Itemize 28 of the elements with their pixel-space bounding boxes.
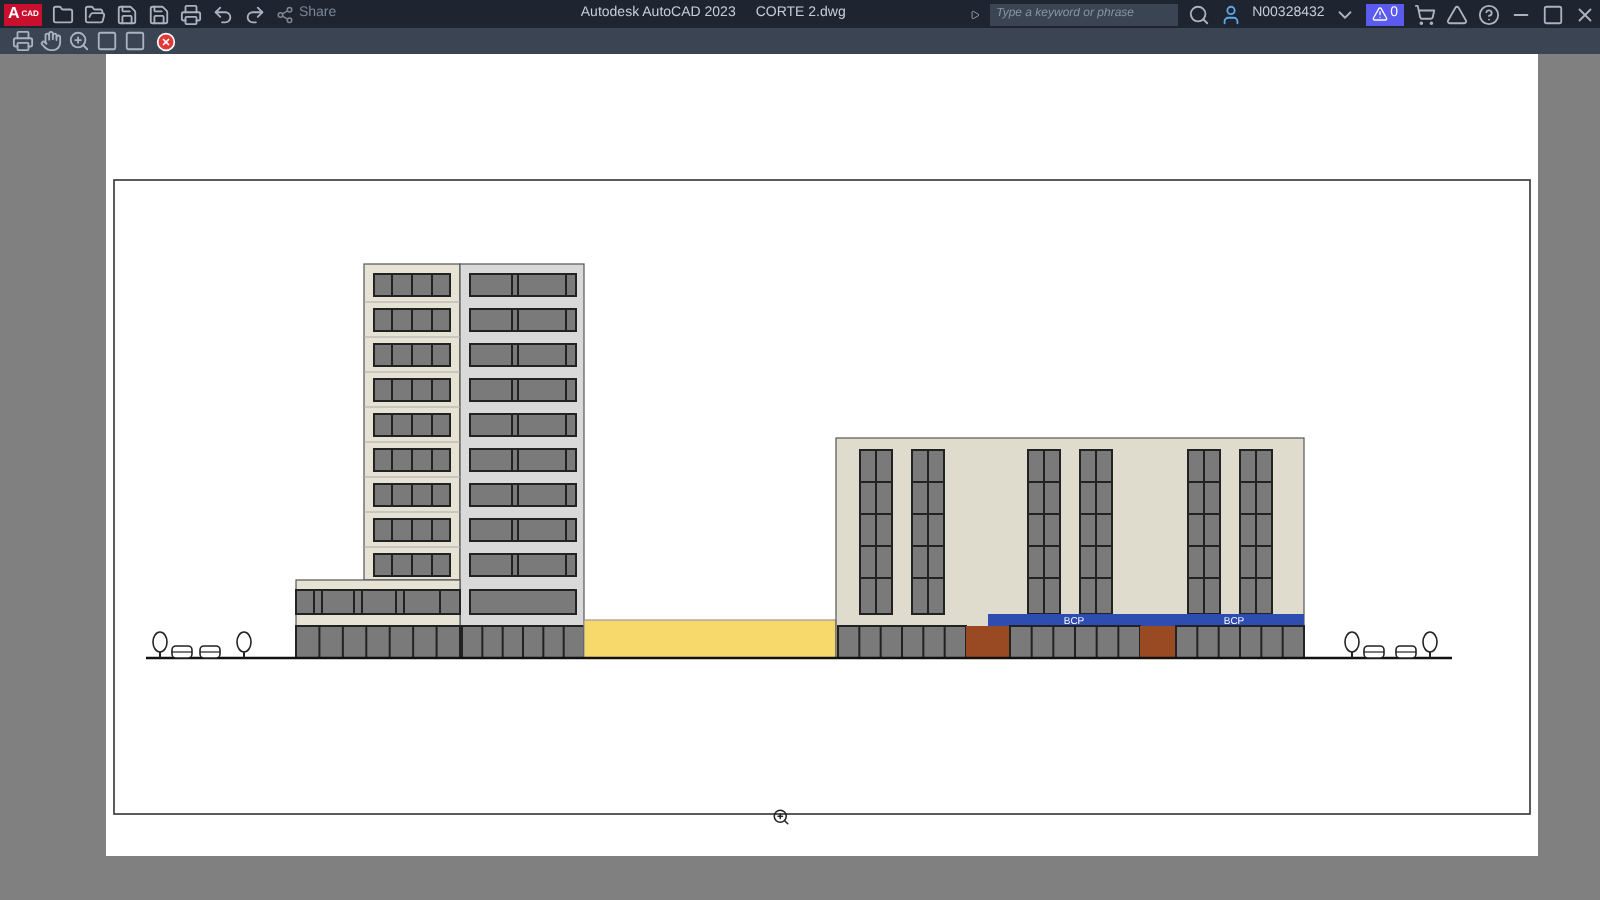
zoom-icon[interactable] — [68, 30, 90, 52]
user-icon[interactable] — [1220, 3, 1243, 25]
print-icon[interactable] — [180, 3, 203, 25]
tree-icon — [152, 631, 168, 659]
tree-icon — [1422, 631, 1438, 659]
maximize-icon[interactable] — [1542, 3, 1564, 25]
search-icon[interactable] — [1188, 3, 1211, 25]
help-icon[interactable] — [1478, 3, 1500, 25]
car-icon — [199, 645, 221, 659]
save-icon[interactable] — [116, 3, 139, 25]
undo-icon[interactable] — [212, 3, 235, 25]
close-preview-icon[interactable] — [156, 31, 176, 51]
cart-icon[interactable] — [1414, 3, 1436, 25]
pan-icon[interactable] — [40, 30, 62, 52]
close-icon[interactable] — [1574, 3, 1596, 25]
logo-letter: A — [8, 2, 20, 26]
car-icon — [1363, 645, 1385, 659]
car-icon — [1395, 645, 1417, 659]
car-icon — [171, 645, 193, 659]
share-icon — [276, 5, 295, 23]
tree-icon — [1344, 631, 1360, 659]
save-as-icon[interactable] — [148, 3, 171, 25]
zoom-cursor-icon — [772, 808, 790, 826]
print-icon[interactable] — [12, 30, 34, 52]
triangle-icon[interactable] — [1446, 3, 1468, 25]
redo-icon[interactable] — [244, 3, 267, 25]
tree-icon — [236, 631, 252, 659]
open-folder-icon[interactable] — [84, 3, 107, 25]
